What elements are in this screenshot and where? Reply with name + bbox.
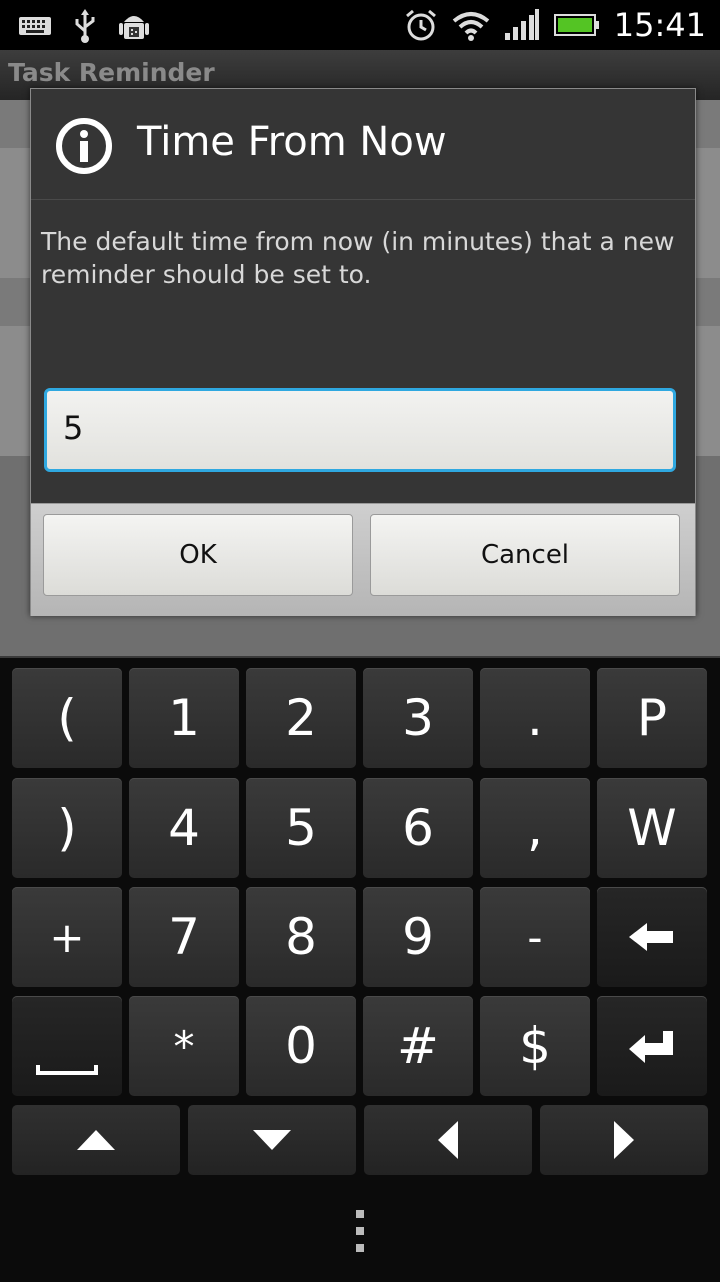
usb-icon xyxy=(75,9,95,43)
status-time: 15:41 xyxy=(613,6,706,44)
key-6[interactable]: 6 xyxy=(363,778,473,878)
key-0[interactable]: 0 xyxy=(246,996,356,1096)
wifi-icon xyxy=(452,12,490,41)
key-plus[interactable]: + xyxy=(12,887,122,987)
arrow-left-icon xyxy=(438,1121,458,1159)
key-dollar[interactable]: $ xyxy=(480,996,590,1096)
key-backspace[interactable] xyxy=(597,887,707,987)
dialog-button-bar: OK Cancel xyxy=(31,503,695,616)
key-3[interactable]: 3 xyxy=(363,668,473,768)
key-5[interactable]: 5 xyxy=(246,778,356,878)
dialog-title: Time From Now xyxy=(137,119,447,165)
time-from-now-dialog: Time From Now The default time from now … xyxy=(30,88,696,616)
key-close-paren[interactable]: ) xyxy=(12,778,122,878)
key-9[interactable]: 9 xyxy=(363,887,473,987)
dialog-message: The default time from now (in minutes) t… xyxy=(41,227,675,289)
key-space[interactable] xyxy=(12,996,122,1096)
backspace-icon xyxy=(629,923,673,951)
key-asterisk[interactable]: * xyxy=(129,996,239,1096)
status-right-icons: 15:41 xyxy=(404,0,706,50)
signal-icon xyxy=(504,9,539,40)
key-arrow-down[interactable] xyxy=(188,1105,356,1175)
key-hash[interactable]: # xyxy=(363,996,473,1096)
ok-button[interactable]: OK xyxy=(43,514,353,596)
minutes-input[interactable]: 5 xyxy=(44,388,676,472)
status-bar: 15:41 xyxy=(0,0,720,50)
key-4[interactable]: 4 xyxy=(129,778,239,878)
status-left-icons xyxy=(18,8,150,44)
key-wait[interactable]: W xyxy=(597,778,707,878)
overflow-menu-icon[interactable] xyxy=(354,1210,366,1254)
space-icon xyxy=(36,1065,98,1075)
alarm-clock-icon xyxy=(405,9,436,41)
key-1[interactable]: 1 xyxy=(129,668,239,768)
cancel-button[interactable]: Cancel xyxy=(370,514,680,596)
key-arrow-right[interactable] xyxy=(540,1105,708,1175)
key-open-paren[interactable]: ( xyxy=(12,668,122,768)
key-8[interactable]: 8 xyxy=(246,887,356,987)
arrow-up-icon xyxy=(77,1130,115,1150)
battery-icon xyxy=(553,14,599,36)
key-period[interactable]: . xyxy=(480,668,590,768)
dialog-header: Time From Now xyxy=(31,89,695,200)
keyboard-icon xyxy=(19,17,51,35)
enter-icon xyxy=(629,1031,673,1063)
android-debug-icon xyxy=(119,16,149,39)
key-arrow-up[interactable] xyxy=(12,1105,180,1175)
key-arrow-left[interactable] xyxy=(364,1105,532,1175)
key-2[interactable]: 2 xyxy=(246,668,356,768)
key-comma[interactable]: , xyxy=(480,778,590,878)
app-title: Task Reminder xyxy=(8,58,215,87)
key-minus[interactable]: - xyxy=(480,887,590,987)
key-7[interactable]: 7 xyxy=(129,887,239,987)
key-pause[interactable]: P xyxy=(597,668,707,768)
key-enter[interactable] xyxy=(597,996,707,1096)
info-icon xyxy=(56,118,112,174)
arrow-down-icon xyxy=(253,1130,291,1150)
arrow-right-icon xyxy=(614,1121,634,1159)
numeric-keyboard: ( 1 2 3 . P ) 4 5 6 , W + 7 8 9 - * 0 # … xyxy=(0,656,720,1282)
